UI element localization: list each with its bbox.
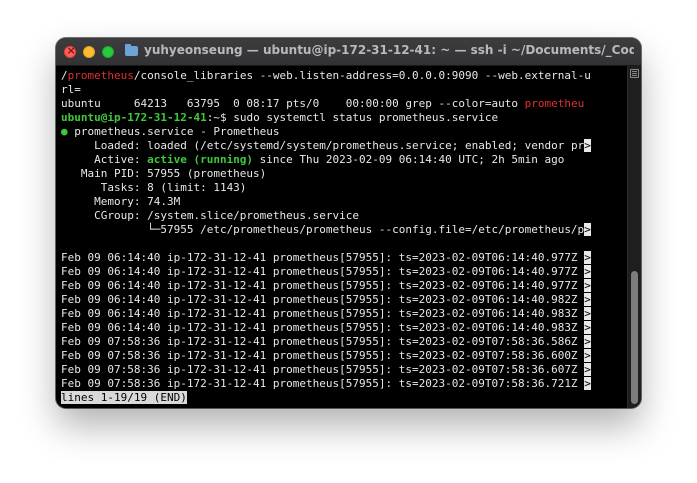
cgroup-line: CGroup: /system.slice/prometheus.service [61, 209, 360, 222]
highlighted-match: prometheu [524, 97, 585, 110]
terminal-window: yuhyeonseung — ubuntu@ip-172-31-12-41: ~… [56, 38, 641, 408]
terminal-line: /prometheus/console_libraries --web.list… [61, 69, 626, 83]
scroll-menu-icon[interactable] [630, 69, 639, 78]
log-text: Feb 09 06:14:40 ip-172-31-12-41 promethe… [61, 307, 585, 320]
active-state: active (running) [147, 153, 254, 166]
log-line: Feb 09 06:14:40 ip-172-31-12-41 promethe… [61, 251, 626, 265]
log-text: Feb 09 07:58:36 ip-172-31-12-41 promethe… [61, 335, 585, 348]
window-title: yuhyeonseung — ubuntu@ip-172-31-12-41: ~… [144, 43, 634, 57]
truncation-marker: > [584, 279, 591, 292]
truncation-marker: > [584, 307, 591, 320]
truncation-marker: > [584, 139, 591, 152]
service-name: prometheus.service - Prometheus [67, 125, 280, 138]
path-slash: / [61, 69, 68, 82]
tasks-line: Tasks: 8 (limit: 1143) [61, 181, 247, 194]
truncation-marker: > [584, 363, 591, 376]
pager-status: lines 1-19/19 (END) [61, 391, 187, 404]
log-text: Feb 09 06:14:40 ip-172-31-12-41 promethe… [61, 251, 585, 264]
vertical-scrollbar[interactable] [627, 66, 641, 408]
scroll-thumb[interactable] [631, 271, 638, 404]
terminal-line: rl= [61, 83, 81, 96]
terminal-output[interactable]: /prometheus/console_libraries --web.list… [56, 66, 626, 408]
log-line: Feb 09 06:14:40 ip-172-31-12-41 promethe… [61, 307, 626, 321]
truncation-marker: > [584, 293, 591, 306]
shell-prompt-line: ubuntu@ip-172-31-12-41:~$ sudo systemctl… [61, 111, 626, 125]
truncation-marker: > [584, 321, 591, 334]
minimize-icon[interactable] [83, 46, 95, 58]
log-line: Feb 09 06:14:40 ip-172-31-12-41 promethe… [61, 265, 626, 279]
highlighted-match: prometheus [67, 69, 134, 82]
main-pid-line: Main PID: 57955 (prometheus) [61, 167, 267, 180]
cgroup-child-process: └─57955 /etc/prometheus/prometheus --con… [61, 223, 585, 236]
pager-status-line: lines 1-19/19 (END) [61, 391, 626, 405]
active-label: Active: [61, 153, 148, 166]
loaded-value: loaded (/etc/systemd/system/prometheus.s… [147, 139, 585, 152]
loaded-line: Loaded: loaded (/etc/systemd/system/prom… [61, 139, 626, 153]
log-text: Feb 09 07:58:36 ip-172-31-12-41 promethe… [61, 377, 585, 390]
log-line: Feb 09 07:58:36 ip-172-31-12-41 promethe… [61, 335, 626, 349]
log-text: Feb 09 06:14:40 ip-172-31-12-41 promethe… [61, 293, 585, 306]
log-line: Feb 09 07:58:36 ip-172-31-12-41 promethe… [61, 349, 626, 363]
truncation-marker: > [584, 251, 591, 264]
truncation-marker: > [584, 377, 591, 390]
active-line: Active: active (running) since Thu 2023-… [61, 153, 626, 167]
loaded-label: Loaded: [61, 139, 148, 152]
log-text: Feb 09 07:58:36 ip-172-31-12-41 promethe… [61, 363, 585, 376]
service-status-dot-icon: ● [61, 125, 68, 138]
log-line: Feb 09 06:14:40 ip-172-31-12-41 promethe… [61, 321, 626, 335]
log-line: Feb 09 07:58:36 ip-172-31-12-41 promethe… [61, 377, 626, 391]
log-text: Feb 09 07:58:36 ip-172-31-12-41 promethe… [61, 349, 585, 362]
title-bar[interactable]: yuhyeonseung — ubuntu@ip-172-31-12-41: ~… [56, 38, 641, 66]
active-since: since Thu 2023-02-09 06:14:40 UTC; 2h 5m… [253, 153, 565, 166]
log-line: Feb 09 06:14:40 ip-172-31-12-41 promethe… [61, 279, 626, 293]
memory-line: Memory: 74.3M [61, 195, 181, 208]
log-text: Feb 09 06:14:40 ip-172-31-12-41 promethe… [61, 279, 585, 292]
maximize-icon[interactable] [102, 46, 114, 58]
prompt-command: sudo systemctl status prometheus.service [233, 111, 499, 124]
terminal-line: ubuntu 64213 63795 0 08:17 pts/0 00:00:0… [61, 97, 626, 111]
prompt-user-host: ubuntu@ip-172-31-12-41 [61, 111, 207, 124]
service-header-line: ● prometheus.service - Prometheus [61, 125, 626, 139]
cgroup-child-line: └─57955 /etc/prometheus/prometheus --con… [61, 223, 626, 237]
truncation-marker: > [584, 349, 591, 362]
folder-icon [125, 44, 138, 56]
close-icon[interactable] [64, 44, 76, 58]
command-args: /console_libraries --web.listen-address=… [133, 69, 591, 82]
log-line: Feb 09 07:58:36 ip-172-31-12-41 promethe… [61, 363, 626, 377]
log-line: Feb 09 06:14:40 ip-172-31-12-41 promethe… [61, 293, 626, 307]
prompt-symbol: $ [219, 111, 234, 124]
truncation-marker: > [584, 265, 591, 278]
prompt-path: :~ [206, 111, 220, 124]
truncation-marker: > [584, 223, 591, 236]
process-info: ubuntu 64213 63795 0 08:17 pts/0 00:00:0… [61, 97, 525, 110]
log-text: Feb 09 06:14:40 ip-172-31-12-41 promethe… [61, 321, 585, 334]
truncation-marker: > [584, 335, 591, 348]
log-text: Feb 09 06:14:40 ip-172-31-12-41 promethe… [61, 265, 585, 278]
